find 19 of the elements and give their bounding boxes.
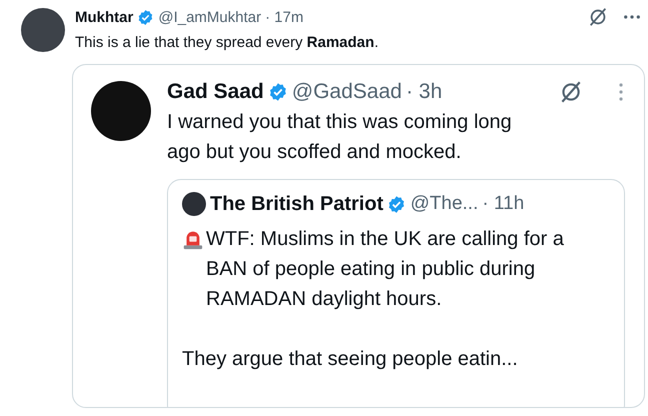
post-text: They argue that seeing people eatin... bbox=[182, 347, 518, 372]
quoted-post-card[interactable]: The British Patriot @The... · 11h WTF: Muslims in the UK are calling for a BAN of people eating in public during RAMADAN daylight hours. They argue that seeing people eatin... bbox=[167, 179, 625, 407]
author-handle[interactable]: @The... bbox=[410, 193, 478, 215]
slashed-circle-icon[interactable] bbox=[587, 6, 609, 28]
post-time[interactable]: · 11h bbox=[482, 193, 524, 215]
more-icon[interactable] bbox=[623, 14, 641, 20]
avatar[interactable] bbox=[182, 192, 206, 216]
post-text: WTF: Muslims in the UK are calling for a BAN of people eating in public during RAMADAN daylight hours. bbox=[206, 227, 565, 312]
author-name[interactable]: Mukhtar bbox=[75, 8, 134, 26]
author-handle[interactable]: @GadSaad bbox=[292, 80, 402, 104]
author-name[interactable]: The British Patriot bbox=[210, 192, 384, 216]
author-handle[interactable]: @I_amMukhtar bbox=[158, 8, 262, 26]
post-text: This is a lie that they spread every Ramadan. bbox=[75, 34, 380, 51]
post-text: I warned you that this was coming long ago but you scoffed and mocked. bbox=[167, 110, 513, 165]
quoted-post-card[interactable] bbox=[72, 64, 645, 408]
author-name[interactable]: Gad Saad bbox=[167, 80, 264, 104]
post-time[interactable]: · 3h bbox=[406, 80, 442, 104]
avatar[interactable] bbox=[21, 8, 65, 52]
post-time[interactable]: · 17m bbox=[265, 8, 304, 26]
